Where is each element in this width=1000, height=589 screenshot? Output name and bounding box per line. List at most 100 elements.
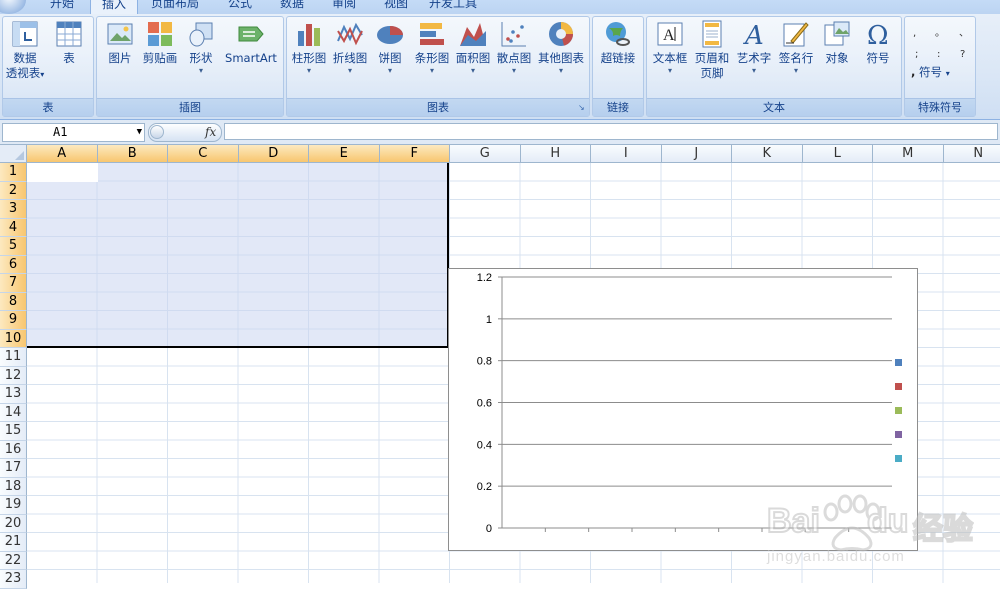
- tab-page-layout[interactable]: 页面布局: [144, 0, 206, 14]
- special-symbol-dropdown-arrow: ▾: [946, 69, 950, 78]
- tab-review[interactable]: 审阅: [322, 0, 366, 14]
- hyperlink-button[interactable]: 超链接: [596, 19, 640, 66]
- tab-data[interactable]: 数据: [270, 0, 314, 14]
- pivot-table-label-2: 透视表: [6, 66, 41, 80]
- row-header-17[interactable]: 17: [0, 459, 27, 478]
- picture-button[interactable]: 图片: [101, 19, 139, 66]
- symbol-button[interactable]: Ω 符号: [857, 19, 899, 66]
- other-charts-button[interactable]: 其他图表 ▾: [535, 19, 587, 76]
- column-header-m[interactable]: M: [873, 145, 944, 163]
- legend-swatch-1: [895, 359, 902, 366]
- row-header-1[interactable]: 1: [0, 163, 27, 182]
- object-button[interactable]: 对象: [817, 19, 857, 66]
- wordart-button[interactable]: A 艺术字 ▾: [733, 19, 775, 76]
- shapes-button[interactable]: 形状 ▾: [183, 19, 219, 76]
- svg-text:Ω: Ω: [867, 21, 889, 49]
- clipart-button[interactable]: 剪贴画: [139, 19, 181, 66]
- select-all-button[interactable]: [0, 145, 27, 163]
- row-header-19[interactable]: 19: [0, 496, 27, 515]
- row-header-8[interactable]: 8: [0, 293, 27, 312]
- tab-insert[interactable]: 插入: [90, 0, 138, 14]
- textbox-button[interactable]: A 文本框 ▾: [649, 19, 691, 76]
- name-box[interactable]: A1 ▼: [2, 123, 145, 142]
- row-header-23[interactable]: 23: [0, 570, 27, 589]
- column-chart-label: 柱形图: [292, 51, 327, 65]
- textbox-label: 文本框: [653, 51, 688, 65]
- signature-line-label: 签名行: [779, 51, 814, 65]
- area-chart-button[interactable]: 面积图 ▾: [453, 19, 493, 76]
- row-header-16[interactable]: 16: [0, 441, 27, 460]
- formula-bar-resize-handle-icon[interactable]: [150, 125, 164, 139]
- baidu-jingyan-watermark: Bai du 经验 jingyan.baidu.com: [765, 490, 995, 580]
- signature-line-dropdown-arrow: ▾: [775, 66, 817, 76]
- row-header-21[interactable]: 21: [0, 533, 27, 552]
- y-tick-label-5: 0.2: [477, 481, 492, 493]
- column-header-b[interactable]: B: [98, 145, 169, 163]
- row-header-13[interactable]: 13: [0, 385, 27, 404]
- group-text: A 文本框 ▾ 页眉和 页脚 A 艺术字 ▾ 签名行 ▾ 对象 Ω 符号 文本: [646, 16, 902, 117]
- column-header-f[interactable]: F: [380, 145, 451, 163]
- signature-line-button[interactable]: 签名行 ▾: [775, 19, 817, 76]
- column-header-j[interactable]: J: [662, 145, 733, 163]
- y-tick-label-2: 0.8: [477, 356, 492, 368]
- row-header-2[interactable]: 2: [0, 182, 27, 201]
- row-header-10[interactable]: 10: [0, 330, 27, 349]
- column-header-n[interactable]: N: [944, 145, 1000, 163]
- column-chart-icon: [294, 19, 324, 49]
- column-header-a[interactable]: A: [27, 145, 98, 163]
- row-header-15[interactable]: 15: [0, 422, 27, 441]
- insert-function-fx-icon[interactable]: fx: [205, 124, 216, 141]
- tab-view[interactable]: 视图: [374, 0, 418, 14]
- pivot-table-icon: [10, 19, 40, 49]
- row-header-12[interactable]: 12: [0, 367, 27, 386]
- header-footer-button[interactable]: 页眉和 页脚: [691, 19, 733, 81]
- office-button[interactable]: [0, 0, 26, 14]
- row-header-11[interactable]: 11: [0, 348, 27, 367]
- column-header-c[interactable]: C: [168, 145, 239, 163]
- selected-range-a1-f10[interactable]: [27, 163, 449, 348]
- column-chart-button[interactable]: 柱形图 ▾: [289, 19, 329, 76]
- column-header-h[interactable]: H: [521, 145, 592, 163]
- row-header-22[interactable]: 22: [0, 552, 27, 571]
- table-button[interactable]: 表: [49, 19, 89, 66]
- group-text-title: 文本: [647, 98, 901, 116]
- row-header-9[interactable]: 9: [0, 311, 27, 330]
- row-header-20[interactable]: 20: [0, 515, 27, 534]
- column-header-d[interactable]: D: [239, 145, 310, 163]
- row-header-6[interactable]: 6: [0, 256, 27, 275]
- tab-formulas[interactable]: 公式: [218, 0, 262, 14]
- svg-text:、: 、: [959, 28, 969, 39]
- bar-chart-dropdown-arrow: ▾: [411, 66, 453, 76]
- charts-dialog-launcher-icon[interactable]: ↘: [578, 104, 587, 113]
- row-header-7[interactable]: 7: [0, 274, 27, 293]
- column-header-g[interactable]: G: [450, 145, 521, 163]
- header-footer-label-1: 页眉和: [695, 51, 730, 65]
- row-header-3[interactable]: 3: [0, 200, 27, 219]
- name-box-dropdown-icon[interactable]: ▼: [137, 124, 142, 141]
- smartart-button[interactable]: SmartArt: [221, 19, 281, 66]
- pivot-table-button[interactable]: 数据 透视表▾: [5, 19, 45, 82]
- special-symbol-button[interactable]: , 符号 ▾: [911, 65, 971, 81]
- bar-chart-button[interactable]: 条形图 ▾: [411, 19, 453, 76]
- row-header-18[interactable]: 18: [0, 478, 27, 497]
- tab-home[interactable]: 开始: [40, 0, 84, 14]
- y-tick-label-1: 1: [486, 314, 492, 326]
- doughnut-chart-icon: [546, 19, 576, 49]
- row-header-14[interactable]: 14: [0, 404, 27, 423]
- column-header-e[interactable]: E: [309, 145, 380, 163]
- wordart-label: 艺术字: [737, 51, 772, 65]
- pie-chart-button[interactable]: 饼图 ▾: [371, 19, 409, 76]
- line-chart-button[interactable]: 折线图 ▾: [329, 19, 371, 76]
- row-header-5[interactable]: 5: [0, 237, 27, 256]
- group-special-symbols: , 。 、 ; : ? , 符号 ▾ 特殊符号: [904, 16, 976, 117]
- tab-developer[interactable]: 开发工具: [422, 0, 484, 14]
- column-header-l[interactable]: L: [803, 145, 874, 163]
- row-header-4[interactable]: 4: [0, 219, 27, 238]
- column-header-k[interactable]: K: [732, 145, 803, 163]
- signature-pen-icon: [781, 19, 811, 49]
- active-cell-a1[interactable]: [27, 163, 98, 182]
- column-header-i[interactable]: I: [591, 145, 662, 163]
- object-label: 对象: [826, 51, 849, 65]
- scatter-chart-button[interactable]: 散点图 ▾: [493, 19, 535, 76]
- formula-input[interactable]: [224, 123, 998, 140]
